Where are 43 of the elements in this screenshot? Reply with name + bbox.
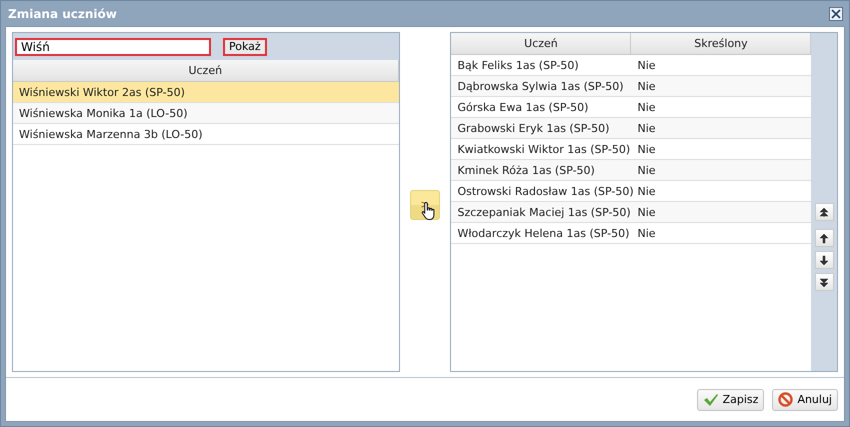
window-title: Zmiana uczniów: [8, 6, 117, 20]
table-cell-text: Nie: [636, 58, 656, 72]
close-button[interactable]: [829, 6, 843, 20]
arrow-icon: [819, 254, 830, 266]
table-cell-text: Nie: [636, 100, 656, 114]
hand-cursor-icon: [421, 200, 437, 220]
save-button[interactable]: Zapisz: [696, 388, 764, 410]
table-cell-text: Nie: [636, 142, 656, 156]
table-cell-text: Bąk Feliks 1as (SP-50): [456, 58, 580, 72]
table-cell-text: Nie: [636, 226, 656, 240]
table-cell-text: Nie: [636, 184, 656, 198]
table-cell-text: Wiśniewska Marzenna 3b (LO-50): [18, 128, 203, 140]
double-arrow-icon: [819, 206, 830, 218]
table-cell-text: Kwiatkowski Wiktor 1as (SP-50): [456, 142, 632, 156]
column-header[interactable]: Uczeń: [13, 60, 399, 81]
reorder-button[interactable]: [814, 229, 834, 247]
student-row[interactable]: Wiśniewski Wiktor 2as (SP-50): [13, 82, 399, 103]
table-cell-text: Nie: [636, 206, 656, 218]
cancel-button[interactable]: Anuluj: [772, 388, 838, 410]
prohibited-icon: [778, 392, 794, 407]
reorder-button[interactable]: [814, 203, 834, 221]
student-row[interactable]: Wiśniewska Marzenna 3b (LO-50): [13, 124, 399, 145]
double-arrow-icon: [819, 276, 830, 288]
checkmark-icon: [702, 392, 719, 406]
table-cell-text: Nie: [636, 164, 656, 176]
table-cell-text: Nie: [636, 80, 656, 92]
table-cell-text: Nie: [636, 122, 656, 134]
reorder-button[interactable]: [814, 273, 834, 291]
table-cell-text: Wiśniewski Wiktor 2as (SP-50): [18, 86, 185, 98]
table-cell-text: Szczepaniak Maciej 1as (SP-50): [456, 206, 632, 218]
table-cell-text: Ostrowski Radosław 1as (SP-50): [456, 184, 632, 198]
show-button[interactable]: Pokaż: [223, 38, 267, 56]
table-cell-text: Dąbrowska Sylwia 1as (SP-50): [456, 80, 625, 92]
table-cell-text: Górska Ewa 1as (SP-50): [456, 100, 590, 114]
search-field[interactable]: Wiśń: [15, 38, 211, 56]
column-header[interactable]: Uczeń: [451, 33, 632, 54]
table-cell-text: Grabowski Eryk 1as (SP-50): [456, 122, 610, 134]
table-cell-text: Wiśniewska Monika 1a (LO-50): [18, 106, 188, 120]
student-row[interactable]: Wiśniewska Monika 1a (LO-50): [13, 103, 399, 124]
arrow-icon: [819, 232, 830, 244]
table-cell-text: Kminek Róża 1as (SP-50): [456, 164, 596, 176]
reorder-button[interactable]: [814, 251, 834, 269]
table-cell-text: Włodarczyk Helena 1as (SP-50): [456, 226, 630, 240]
